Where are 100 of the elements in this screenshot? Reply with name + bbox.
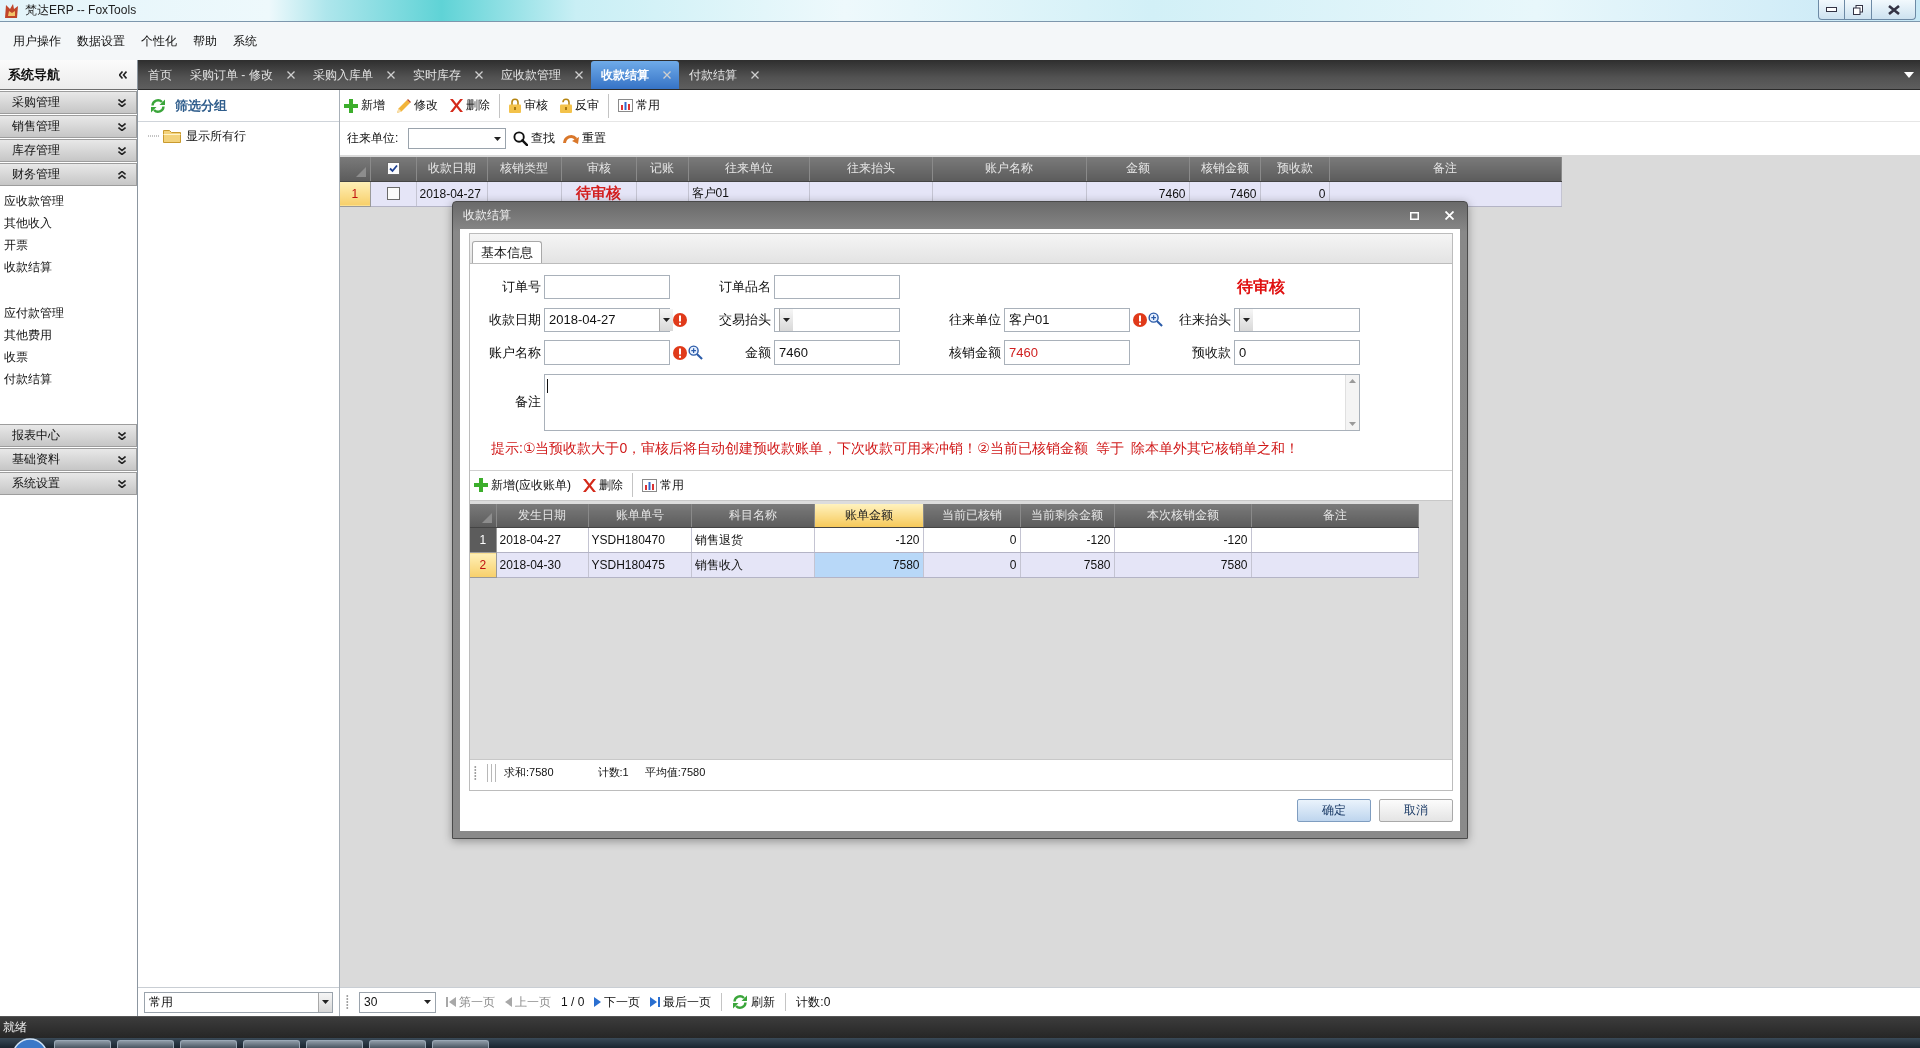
menu-item[interactable]: 数据设置	[77, 32, 125, 50]
triangle-down-icon[interactable]	[1904, 71, 1914, 78]
nav-group-header[interactable]: 系统设置	[0, 472, 137, 495]
tab[interactable]: 付款结算	[678, 61, 767, 89]
column-header[interactable]: 备注	[1329, 157, 1561, 181]
maximize-button[interactable]	[1410, 211, 1419, 220]
toolbar-button[interactable]: 常用	[617, 93, 661, 118]
start-button[interactable]	[12, 1038, 48, 1048]
taskbar-button[interactable]	[306, 1040, 363, 1048]
input-field[interactable]	[544, 340, 670, 365]
nav-item[interactable]: 开票	[0, 234, 32, 256]
tab[interactable]: 基本信息	[472, 241, 542, 263]
combo-box[interactable]: 2018-04-27	[544, 307, 670, 332]
toolbar-button[interactable]: 重置	[562, 126, 608, 151]
column-header[interactable]: 发生日期	[496, 503, 588, 528]
toolbar-button[interactable]: 查找	[512, 126, 557, 151]
tab[interactable]: 应收款管理	[490, 61, 591, 89]
nav-item[interactable]: 应收款管理	[0, 190, 68, 212]
toolbar-button[interactable]: 新增	[343, 93, 386, 118]
input-field[interactable]: 客户01	[1004, 307, 1130, 332]
taskbar-button[interactable]	[243, 1040, 300, 1048]
scroll-up-arrow-icon[interactable]	[1349, 378, 1356, 383]
column-header[interactable]: 本次核销金额	[1114, 503, 1251, 528]
input-field[interactable]	[544, 275, 670, 299]
dropdown-button[interactable]	[1239, 308, 1253, 331]
tab[interactable]: 实时库存	[402, 61, 491, 89]
zoom-in-icon[interactable]	[688, 345, 703, 360]
input-field[interactable]: 7460	[774, 340, 900, 365]
column-header[interactable]: 科目名称	[691, 503, 814, 528]
dialog-button[interactable]: 取消	[1379, 799, 1453, 822]
dialog-button[interactable]: 确定	[1297, 799, 1371, 822]
menu-item[interactable]: 个性化	[141, 32, 177, 50]
input-field[interactable]: 0	[1234, 340, 1360, 365]
toolbar-button[interactable]: 常用	[641, 473, 685, 497]
column-header[interactable]: 备注	[1251, 503, 1418, 528]
column-header[interactable]: 往来抬头	[809, 157, 932, 181]
pager-button[interactable]: 最后一页	[650, 993, 712, 1011]
nav-item[interactable]: 其他收入	[0, 212, 56, 234]
column-header[interactable]: 往来单位	[688, 157, 809, 181]
memo-field[interactable]	[544, 373, 1360, 431]
nav-item[interactable]: 付款结算	[0, 368, 56, 390]
checked-checkbox[interactable]	[386, 162, 400, 176]
tab[interactable]: 采购订单 - 修改	[180, 61, 303, 89]
close-icon[interactable]	[386, 71, 395, 79]
pager-button[interactable]: 刷新	[732, 993, 776, 1011]
nav-group-header[interactable]: 销售管理	[0, 115, 137, 138]
tab[interactable]: 采购入库单	[302, 61, 403, 89]
double-chevron-left-icon[interactable]	[119, 70, 127, 79]
toolbar-button[interactable]: 审核	[508, 93, 549, 118]
taskbar-button[interactable]	[54, 1040, 111, 1048]
column-header[interactable]: 账单单号	[588, 503, 691, 528]
scroll-down-arrow-icon[interactable]	[1349, 421, 1356, 426]
nav-item[interactable]: 应付款管理	[0, 302, 68, 324]
column-header[interactable]: 账单金额	[814, 503, 923, 528]
input-field[interactable]	[774, 275, 900, 299]
close-icon[interactable]	[574, 71, 583, 79]
dropdown-button[interactable]	[779, 308, 793, 331]
toolbar-button[interactable]: 删除	[449, 93, 491, 118]
close-button[interactable]	[1872, 0, 1916, 20]
taskbar-button[interactable]	[432, 1040, 489, 1048]
column-header[interactable]: 预收款	[1260, 157, 1329, 181]
menu-item[interactable]: 用户操作	[13, 32, 61, 50]
column-header[interactable]: 核销金额	[1189, 157, 1260, 181]
nav-item[interactable]: 收票	[0, 346, 32, 368]
dropdown-button[interactable]	[659, 308, 673, 331]
menu-item[interactable]: 帮助	[193, 32, 217, 50]
close-icon[interactable]	[474, 71, 483, 79]
nav-group-header[interactable]: 财务管理	[0, 163, 137, 186]
toolbar-button[interactable]: 反审	[559, 93, 600, 118]
nav-group-header[interactable]: 库存管理	[0, 139, 137, 162]
nav-group-header[interactable]: 采购管理	[0, 91, 137, 114]
column-header[interactable]: 当前已核销	[923, 503, 1020, 528]
restore-button[interactable]	[1845, 0, 1872, 20]
taskbar-button[interactable]	[180, 1040, 237, 1048]
close-icon[interactable]	[286, 71, 295, 79]
input-field[interactable]: 7460	[1004, 340, 1130, 365]
toolbar-button[interactable]: 删除	[582, 473, 624, 497]
taskbar-button[interactable]	[117, 1040, 174, 1048]
minimize-button[interactable]	[1818, 0, 1845, 20]
column-header[interactable]: 记账	[636, 157, 688, 181]
nav-item[interactable]: 收款结算	[0, 256, 56, 278]
zoom-in-icon[interactable]	[1148, 312, 1163, 327]
checkbox[interactable]	[386, 187, 400, 200]
combo-box[interactable]	[408, 128, 507, 149]
view-select[interactable]: 常用	[144, 991, 333, 1013]
column-header[interactable]: 当前剩余金额	[1020, 503, 1114, 528]
column-header[interactable]: 收款日期	[416, 157, 487, 181]
column-header[interactable]: 审核	[561, 157, 636, 181]
nav-group-header[interactable]: 基础资料	[0, 448, 137, 471]
pager-button[interactable]: 下一页	[594, 993, 641, 1011]
toolbar-button[interactable]: 修改	[396, 93, 439, 118]
close-icon[interactable]	[750, 71, 759, 79]
tab[interactable]: 首页	[138, 61, 180, 89]
tree-item[interactable]: 显示所有行	[184, 127, 248, 145]
column-header[interactable]: 核销类型	[487, 157, 561, 181]
nav-group-header[interactable]: 报表中心	[0, 424, 137, 447]
nav-item[interactable]: 其他费用	[0, 324, 56, 346]
page-size-select[interactable]: 30	[359, 991, 436, 1013]
dropdown-button[interactable]	[318, 992, 332, 1012]
menu-item[interactable]: 系统	[233, 32, 257, 50]
